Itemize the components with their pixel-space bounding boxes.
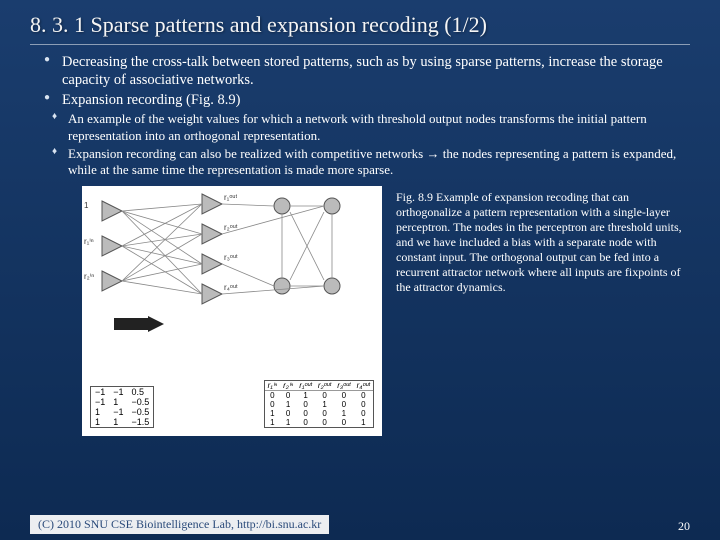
- content-area: Decreasing the cross-talk between stored…: [0, 53, 720, 436]
- label-rout1: r₁ᵒᵘᵗ: [224, 193, 237, 202]
- figure-row: 1 r₁ⁱⁿ r₂ⁱⁿ r₁ᵒᵘᵗ r₂ᵒᵘᵗ r₃ᵒᵘᵗ r₄ᵒᵘᵗ −1−1…: [32, 186, 692, 436]
- label-r2in: r₂ⁱⁿ: [84, 272, 94, 281]
- sub-bullet-2: Expansion recording can also be realized…: [54, 146, 692, 179]
- footer-copyright: (C) 2010 SNU CSE Biointelligence Lab, ht…: [30, 515, 329, 534]
- footer: (C) 2010 SNU CSE Biointelligence Lab, ht…: [0, 515, 720, 534]
- label-rout2: r₂ᵒᵘᵗ: [224, 223, 238, 232]
- weight-matrix: −1−10.5 −11−0.5 1−1−0.5 11−1.5: [90, 386, 154, 428]
- sub-bullet-1: An example of the weight values for whic…: [54, 111, 692, 144]
- label-rout4: r₄ᵒᵘᵗ: [224, 283, 238, 292]
- arrow-icon: [114, 316, 164, 332]
- bullet-1: Decreasing the cross-talk between stored…: [48, 53, 692, 89]
- label-r1in: r₁ⁱⁿ: [84, 237, 94, 246]
- truth-table: r₁ⁱⁿr₂ⁱⁿ r₁ᵒᵘᵗr₂ᵒᵘᵗ r₃ᵒᵘᵗr₄ᵒᵘᵗ 001000 01…: [264, 380, 374, 428]
- figure-8-9: 1 r₁ⁱⁿ r₂ⁱⁿ r₁ᵒᵘᵗ r₂ᵒᵘᵗ r₃ᵒᵘᵗ r₄ᵒᵘᵗ −1−1…: [82, 186, 382, 436]
- bullet-2: Expansion recording (Fig. 8.9): [48, 91, 692, 109]
- network-diagram: 1 r₁ⁱⁿ r₂ⁱⁿ r₁ᵒᵘᵗ r₂ᵒᵘᵗ r₃ᵒᵘᵗ r₄ᵒᵘᵗ: [82, 186, 382, 336]
- title-underline: [30, 44, 690, 45]
- label-rout3: r₃ᵒᵘᵗ: [224, 253, 238, 262]
- main-bullets: Decreasing the cross-talk between stored…: [32, 53, 692, 109]
- page-number: 20: [678, 519, 690, 534]
- figure-caption: Fig. 8.9 Example of expansion recoding t…: [396, 186, 682, 295]
- label-one: 1: [84, 201, 89, 210]
- slide-title: 8. 3. 1 Sparse patterns and expansion re…: [0, 0, 720, 44]
- sub-bullets: An example of the weight values for whic…: [32, 111, 692, 178]
